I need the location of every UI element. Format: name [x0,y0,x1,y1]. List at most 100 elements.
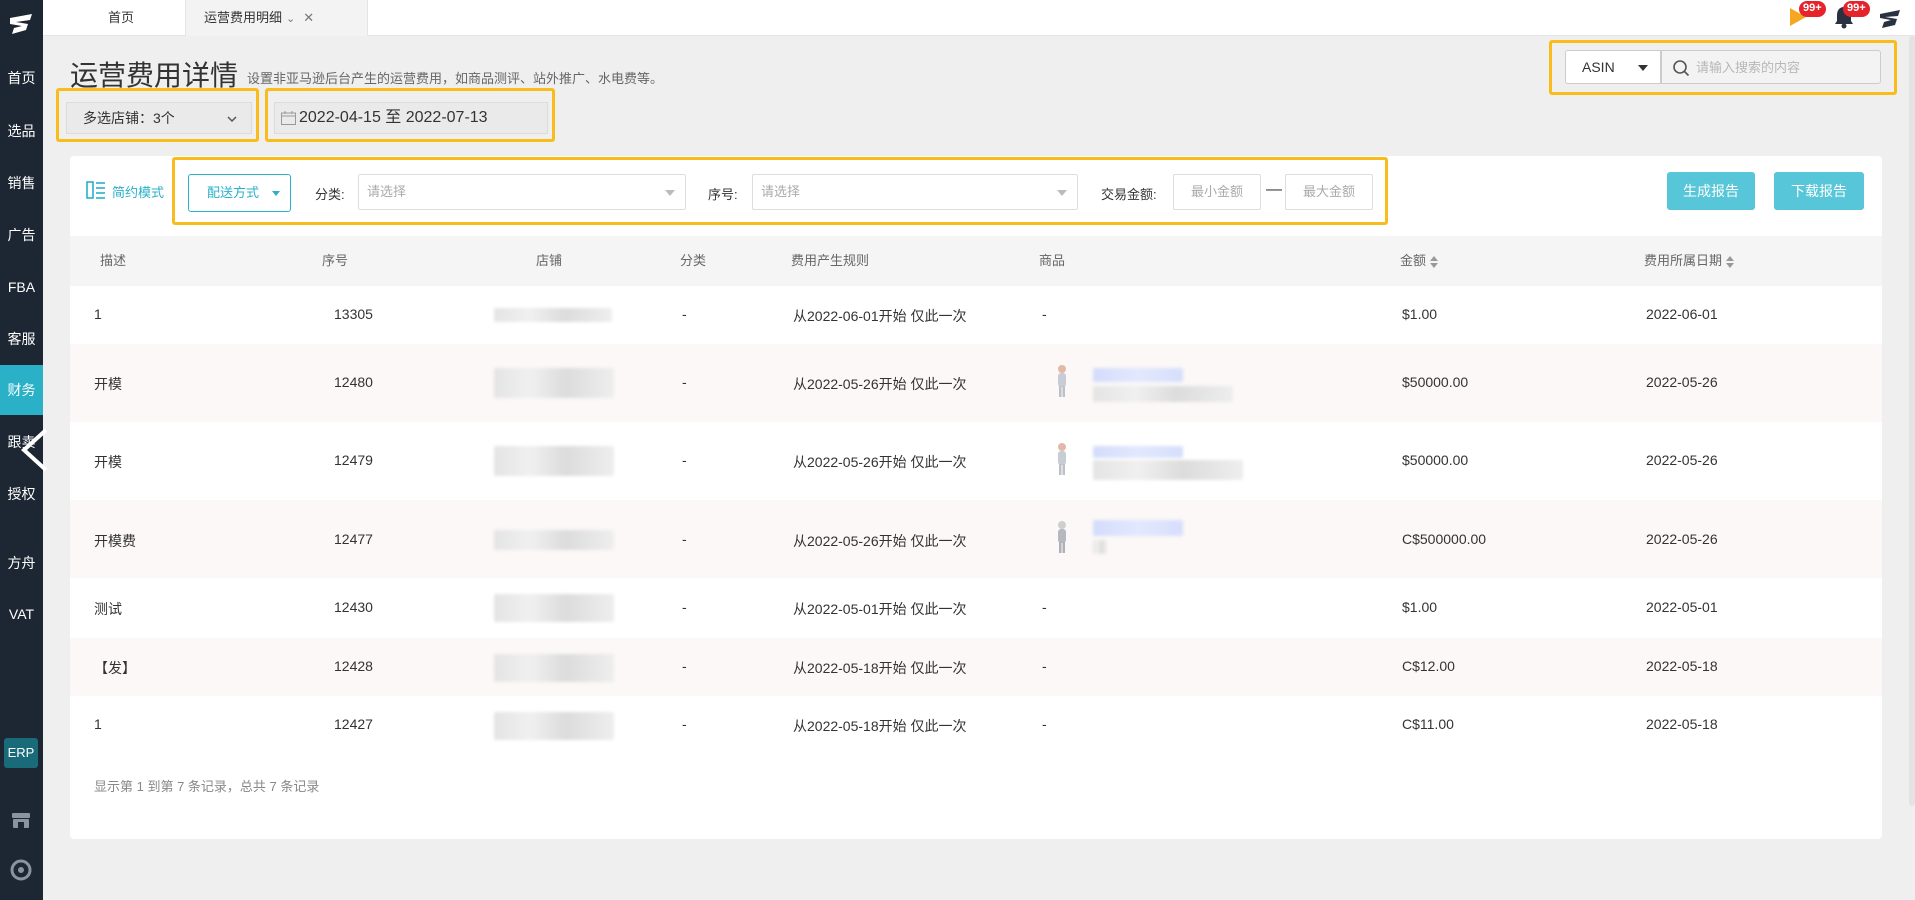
tab-bar: 首页 运营费用明细 ⌄ ✕ 99+ 99+ [43,0,1915,36]
max-amount-input[interactable]: 最大金额 [1285,174,1373,210]
cell-seq: 12477 [334,531,373,547]
cell-date: 2022-05-26 [1646,452,1718,468]
min-amount-input[interactable]: 最小金额 [1173,174,1261,210]
sidebar-item-service[interactable]: 客服 [0,314,43,364]
shop-redacted [494,308,612,322]
table-row[interactable]: 【发】 12428 - 从2022-05-18开始 仅此一次 - C$12.00… [70,638,1882,696]
tab-fee-details-label: 运营费用明细 [204,10,283,25]
shop-select[interactable]: 多选店铺：3个 [66,102,252,134]
cell-product: - [1042,716,1047,732]
table-header: 描述 序号 店铺 分类 费用产生规则 商品 金额 费用所属日期 [70,236,1882,286]
sidebar-item-ads[interactable]: 广告 [0,210,43,260]
cell-amount: $1.00 [1402,599,1438,615]
amount-label: 交易金额: [1101,187,1157,202]
col-amount[interactable]: 金额 [1400,236,1439,286]
generate-report-button[interactable]: 生成报告 [1667,172,1755,210]
collapse-arrow-icon[interactable] [20,428,50,472]
table-row[interactable]: 开模费 12477 - 从2022-05-26开始 仅此一次 C$500000.… [70,500,1882,578]
seq-select[interactable]: 请选择 [752,174,1078,210]
page-scrollbar[interactable] [1909,36,1915,806]
sidebar-item-selection[interactable]: 选品 [0,106,43,156]
caret-down-icon [665,190,675,196]
cell-rule: 从2022-05-18开始 仅此一次 [793,660,967,676]
cell-category: - [682,658,687,674]
col-desc: 描述 [100,253,127,268]
product-link-redacted[interactable] [1093,446,1183,458]
cell-date: 2022-05-18 [1646,658,1718,674]
product-thumbnail[interactable] [1054,520,1070,554]
product-thumbnail[interactable] [1054,364,1070,398]
cell-desc: 测试 [94,601,122,617]
table-row[interactable]: 测试 12430 - 从2022-05-01开始 仅此一次 - $1.00 20… [70,578,1882,638]
search-icon [1673,60,1690,77]
sidebar-item-finance[interactable]: 财务 [0,365,43,415]
table-row[interactable]: 开模 12480 - 从2022-05-26开始 仅此一次 $50000.00 … [70,344,1882,422]
sidebar-item-ark[interactable]: 方舟 [0,538,43,588]
cell-amount: $50000.00 [1402,452,1469,468]
shipping-method-dropdown[interactable]: 配送方式 [188,174,291,212]
cell-category: - [682,531,687,547]
chevron-down-icon [227,116,237,123]
sidebar-item-home[interactable]: 首页 [0,53,43,103]
cell-desc: 1 [94,716,102,732]
cell-date: 2022-06-01 [1646,306,1718,322]
shop-redacted [494,654,614,682]
col-date[interactable]: 费用所属日期 [1644,236,1735,286]
cell-amount: C$500000.00 [1402,531,1487,547]
shop-redacted [494,594,614,622]
table-row[interactable]: 1 12427 - 从2022-05-18开始 仅此一次 - C$11.00 2… [70,696,1882,754]
search-type-select[interactable]: ASIN [1565,50,1661,84]
cell-amount: $50000.00 [1402,374,1469,390]
sidebar-item-auth[interactable]: 授权 [0,469,43,519]
cell-rule: 从2022-06-01开始 仅此一次 [793,308,967,324]
col-rule: 费用产生规则 [791,253,870,268]
support-icon[interactable] [9,858,33,882]
table-row[interactable]: 开模 12479 - 从2022-05-26开始 仅此一次 $50000.00 … [70,422,1882,500]
store-icon[interactable] [9,808,33,832]
product-link-redacted[interactable] [1093,368,1183,382]
sidebar-item-vat[interactable]: VAT [0,589,43,639]
cell-rule: 从2022-05-18开始 仅此一次 [793,718,967,734]
search-input[interactable] [1696,51,1876,83]
sort-icon[interactable] [1430,255,1439,268]
date-range-picker[interactable]: 2022-04-15 至 2022-07-13 [274,102,548,134]
user-avatar-icon[interactable] [1877,4,1903,30]
cell-category: - [682,716,687,732]
cell-date: 2022-05-26 [1646,374,1718,390]
download-report-button[interactable]: 下载报告 [1774,172,1864,210]
cell-product: - [1042,599,1047,615]
cell-seq: 13305 [334,306,373,322]
shop-redacted [494,446,614,476]
product-link-redacted[interactable] [1093,520,1183,536]
sort-icon[interactable] [1726,255,1735,268]
product-thumbnail[interactable] [1054,442,1070,476]
category-select[interactable]: 请选择 [358,174,686,210]
cell-rule: 从2022-05-26开始 仅此一次 [793,533,967,549]
col-seq: 序号 [322,253,349,268]
cell-category: - [682,374,687,390]
erp-button[interactable]: ERP [4,738,38,768]
cell-seq: 12428 [334,658,373,674]
cell-seq: 12427 [334,716,373,732]
cell-seq: 12479 [334,452,373,468]
tab-fee-details[interactable]: 运营费用明细 ⌄ ✕ [185,0,368,36]
cell-date: 2022-05-18 [1646,716,1718,732]
sidebar-item-fba[interactable]: FBA [0,262,43,312]
cell-seq: 12480 [334,374,373,390]
cell-amount: C$12.00 [1402,658,1455,674]
calendar-icon [281,111,296,125]
cell-category: - [682,306,687,322]
close-icon[interactable]: ✕ [303,10,314,25]
table-row[interactable]: 1 13305 - 从2022-06-01开始 仅此一次 - $1.00 202… [70,286,1882,344]
tab-home[interactable]: 首页 [71,0,171,36]
search-type-value: ASIN [1582,59,1615,75]
cell-desc: 【发】 [94,660,136,676]
chevron-down-icon[interactable]: ⌄ [286,13,295,25]
logo-icon[interactable] [6,8,38,40]
cell-rule: 从2022-05-26开始 仅此一次 [793,454,967,470]
sidebar-item-sales[interactable]: 销售 [0,158,43,208]
cell-product: - [1042,658,1047,674]
cell-desc: 开模 [94,454,122,470]
cell-seq: 12430 [334,599,373,615]
col-shop: 店铺 [536,253,563,268]
